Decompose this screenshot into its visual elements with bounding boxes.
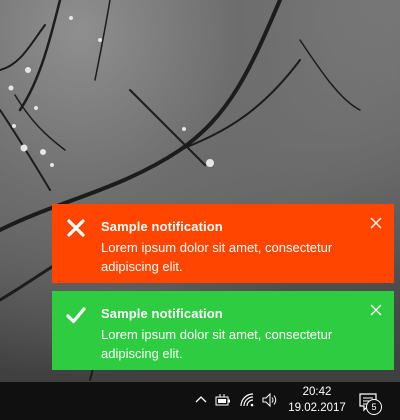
notification-message: Lorem ipsum dolor sit amet, consectetur …: [101, 327, 333, 361]
notification-title: Sample notification: [101, 306, 223, 321]
wifi-icon[interactable]: [239, 392, 255, 408]
success-notification[interactable]: Sample notification Lorem ipsum dolor si…: [52, 291, 394, 370]
notification-count-badge: 5: [366, 399, 382, 415]
battery-icon[interactable]: [215, 392, 231, 408]
volume-icon[interactable]: [262, 392, 278, 408]
chevron-up-icon[interactable]: [193, 392, 209, 408]
clock[interactable]: 20:42 19.02.2017: [287, 384, 347, 416]
close-icon[interactable]: [370, 217, 382, 229]
notification-title: Sample notification: [101, 219, 223, 234]
checkmark-icon: [66, 307, 86, 324]
clock-time: 20:42: [302, 386, 332, 398]
x-mark-icon: [67, 219, 85, 237]
notification-message: Lorem ipsum dolor sit amet, consectetur …: [101, 240, 333, 274]
taskbar: 20:42 19.02.2017 5: [0, 382, 400, 420]
close-icon[interactable]: [370, 304, 382, 316]
clock-date: 19.02.2017: [288, 402, 346, 414]
error-notification[interactable]: Sample notification Lorem ipsum dolor si…: [52, 204, 394, 283]
